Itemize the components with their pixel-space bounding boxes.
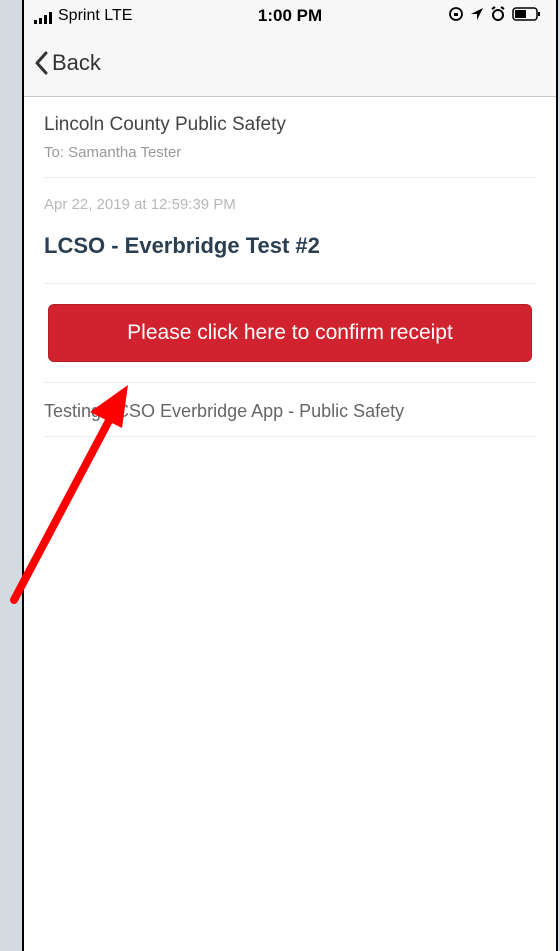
location-arrow-icon: [471, 8, 483, 20]
divider: [44, 177, 536, 178]
recipient: To: Samantha Tester: [44, 144, 182, 161]
battery-icon: [512, 7, 540, 21]
status-bar: Sprint LTE 1:00 PM: [24, 0, 556, 36]
phone-screen: Sprint LTE 1:00 PM Back Lincoln County P…: [22, 0, 558, 951]
sender-name: Lincoln County Public Safety: [44, 114, 286, 135]
message-date: Apr 22, 2019 at 12:59:39 PM: [44, 196, 236, 213]
confirm-receipt-button[interactable]: Please click here to confirm receipt: [48, 304, 532, 362]
divider: [44, 382, 536, 383]
divider: [44, 283, 536, 284]
alarm-icon: [491, 6, 505, 21]
message-body: Testing LCSO Everbridge App - Public Saf…: [44, 401, 405, 421]
lock-rotation-icon: [449, 7, 463, 21]
divider: [44, 436, 536, 437]
back-label: Back: [52, 50, 101, 75]
message-view: Lincoln County Public Safety To: Samanth…: [44, 96, 536, 437]
status-icons: [448, 6, 542, 22]
navigation-bar: Back: [24, 36, 556, 97]
back-button[interactable]: Back: [34, 50, 101, 76]
message-subject: LCSO - Everbridge Test #2: [44, 233, 320, 258]
chevron-left-icon: [35, 51, 48, 75]
